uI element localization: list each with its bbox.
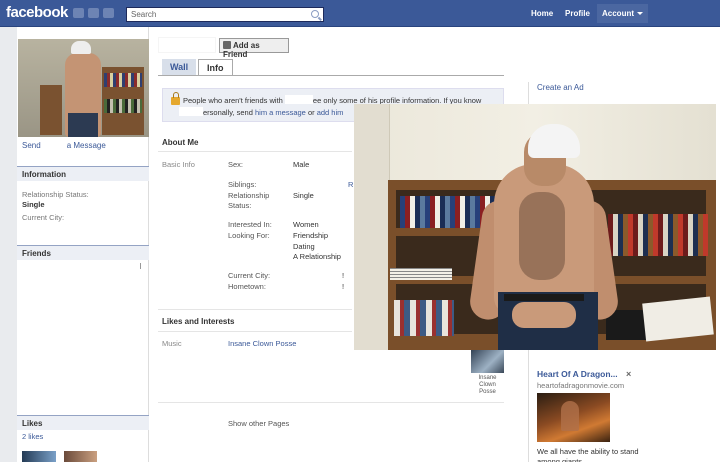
message-label: a Message xyxy=(66,141,106,150)
sex-value: Male xyxy=(293,160,310,169)
likes-count-link[interactable]: 2 likes xyxy=(22,432,43,441)
icp-page-thumbnail[interactable] xyxy=(471,348,504,373)
relationship-status-label: Relationship Status: xyxy=(22,190,89,199)
looking-for-value: Dating xyxy=(293,242,315,251)
basic-info-label: Basic Info xyxy=(162,160,195,169)
nav-home-link[interactable]: Home xyxy=(531,9,553,18)
nav-profile-link[interactable]: Profile xyxy=(565,9,590,18)
icp-thumbnail-label: Insane Clown Posse xyxy=(478,375,497,395)
profile-name-redacted xyxy=(158,37,216,53)
search-input[interactable]: Search xyxy=(126,7,324,22)
nav-account-menu[interactable]: Account xyxy=(597,4,648,23)
notice-text: People who aren't friends with xyxy=(183,96,283,105)
close-icon[interactable]: × xyxy=(626,369,631,379)
tab-info[interactable]: Info xyxy=(198,59,233,76)
music-label: Music xyxy=(162,339,182,348)
notifications-icon[interactable] xyxy=(103,8,114,18)
likes-interests-heading: Likes and Interests xyxy=(162,317,235,326)
siblings-label: Siblings: xyxy=(228,180,257,189)
liked-page-thumbnail[interactable] xyxy=(64,451,97,462)
current-city-fragment: ! xyxy=(342,271,345,280)
liked-page-thumbnail[interactable] xyxy=(22,451,56,462)
add-friend-icon xyxy=(223,41,231,49)
about-me-heading: About Me xyxy=(162,138,352,152)
tab-wall[interactable]: Wall xyxy=(162,59,197,76)
tab-underline xyxy=(158,75,504,76)
send-label: Send xyxy=(22,141,41,150)
friends-box-title[interactable]: Friends xyxy=(17,245,149,260)
bookshelf xyxy=(102,67,144,135)
hometown-label: Hometown: xyxy=(228,282,266,291)
relationship-label-status: Status: xyxy=(228,201,252,210)
current-city-field-label: Current City: xyxy=(228,271,271,280)
messages-icon[interactable] xyxy=(88,8,99,18)
lock-icon xyxy=(171,92,180,105)
top-bar: facebook Search Home Profile Account xyxy=(0,0,720,27)
ad-url[interactable]: heartofadragonmovie.com xyxy=(537,381,624,390)
notice-text: ersonally, send xyxy=(203,108,253,117)
overlay-photo xyxy=(354,104,716,350)
likes-box-title[interactable]: Likes xyxy=(17,415,149,430)
send-him-message-link[interactable]: him a message xyxy=(255,108,306,117)
chevron-down-icon xyxy=(637,12,643,16)
current-city-label: Current City: xyxy=(22,213,65,222)
interested-in-value: Women xyxy=(293,220,319,229)
ad-title-link[interactable]: Heart Of A Dragon... xyxy=(537,369,618,379)
add-him-link[interactable]: add him xyxy=(317,108,344,117)
notification-jewels xyxy=(73,8,114,18)
looking-for-value: A Relationship xyxy=(293,252,341,261)
looking-for-value: Friendship xyxy=(293,231,329,240)
music-link-icp[interactable]: Insane Clown Posse xyxy=(228,339,296,348)
search-icon[interactable] xyxy=(311,10,319,18)
nav-account-label: Account xyxy=(602,9,634,18)
create-ad-link[interactable]: Create an Ad xyxy=(537,83,584,92)
profile-picture[interactable] xyxy=(18,39,149,137)
friend-requests-icon[interactable] xyxy=(73,8,84,18)
hometown-fragment: ! xyxy=(342,282,345,291)
facebook-logo[interactable]: facebook xyxy=(6,4,68,21)
show-other-pages-link[interactable]: Show other Pages xyxy=(228,419,289,428)
looking-for-label: Looking For: xyxy=(228,231,270,240)
friends-scrollbar[interactable] xyxy=(140,263,141,269)
search-placeholder: Search xyxy=(131,10,157,19)
ad-image[interactable] xyxy=(537,393,610,442)
interested-in-label: Interested In: xyxy=(228,220,272,229)
sex-label: Sex: xyxy=(228,160,244,169)
send-message-link[interactable]: Send a Message xyxy=(22,141,106,150)
ad-body-text: We all have the ability to stand among g… xyxy=(537,447,639,462)
relationship-label: Relationship xyxy=(228,191,270,200)
left-gutter xyxy=(0,27,17,462)
add-friend-button[interactable]: Add as Friend xyxy=(219,38,289,59)
notice-text: or xyxy=(307,108,315,117)
relationship-value: Single xyxy=(293,191,314,200)
information-box-title: Information xyxy=(17,166,149,181)
relationship-status-value: Single xyxy=(22,200,45,209)
sibling-link[interactable]: R xyxy=(348,180,353,189)
